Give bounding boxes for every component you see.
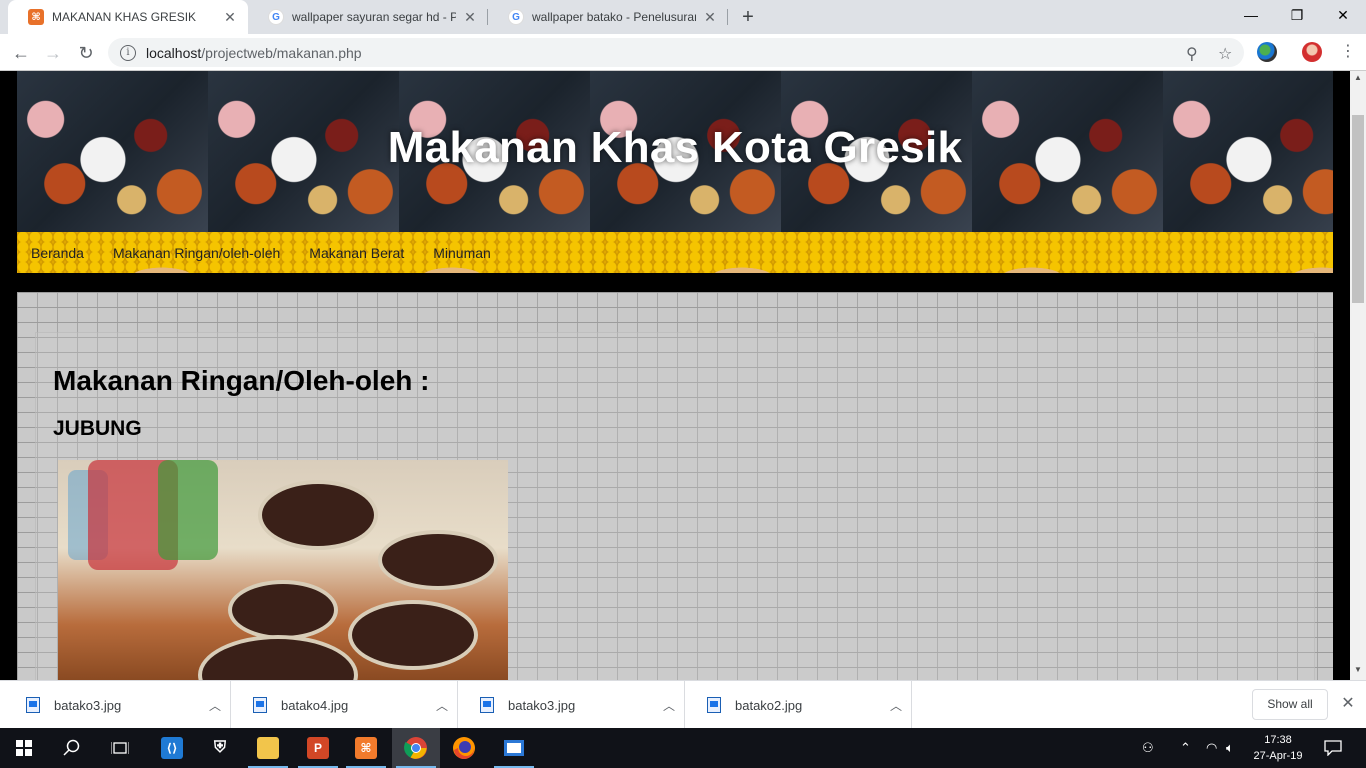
google-icon: G xyxy=(508,9,524,25)
tab-title: wallpaper batako - Penelusuran G xyxy=(532,10,696,24)
url-host: localhost xyxy=(146,44,202,61)
site-title: Makanan Khas Kota Gresik xyxy=(387,123,963,172)
bookmark-star-icon[interactable]: ☆ xyxy=(1218,44,1232,64)
forward-button[interactable]: → xyxy=(40,40,66,66)
download-filename: batako4.jpg xyxy=(281,697,349,713)
wifi-icon[interactable]: ◠ xyxy=(1206,728,1217,768)
firefox-icon[interactable] xyxy=(440,728,488,768)
chrome-icon[interactable] xyxy=(392,728,440,768)
photo-cake xyxy=(258,480,378,550)
jubung-photo xyxy=(58,460,508,680)
minimize-button[interactable]: — xyxy=(1228,0,1274,30)
info-icon[interactable]: i xyxy=(120,44,136,61)
taskbar: ⟨⟩ ⛨ P ⌘ ⚇ ⌃ ◠ 🔈︎ 17:38 27-Apr-19 xyxy=(0,728,1366,768)
tab-title: MAKANAN KHAS GRESIK xyxy=(52,10,197,24)
close-download-shelf-icon[interactable]: ✕ xyxy=(1338,693,1358,713)
nav-makanan-ringan[interactable]: Makanan Ringan/oleh-oleh xyxy=(113,245,280,261)
clock-date: 27-Apr-19 xyxy=(1253,750,1303,762)
download-item[interactable]: batako3.jpg ︿ xyxy=(458,681,685,729)
reload-button[interactable]: ↻ xyxy=(73,40,99,66)
start-icon[interactable] xyxy=(0,728,48,768)
image-file-icon xyxy=(26,697,40,713)
page-scrollbar[interactable]: ▲ ▼ xyxy=(1350,71,1366,680)
powerpoint-icon[interactable]: P xyxy=(294,728,342,768)
close-window-button[interactable]: ✕ xyxy=(1320,0,1366,30)
photo-bottle xyxy=(158,460,218,560)
chevron-up-icon[interactable]: ︿ xyxy=(427,697,457,714)
app-window-icon[interactable] xyxy=(490,728,538,768)
show-all-button[interactable]: Show all xyxy=(1252,689,1328,720)
tab-makanan-khas-gresik[interactable]: ⌘ MAKANAN KHAS GRESIK ✕ xyxy=(8,0,248,34)
vscode-icon[interactable]: ⟨⟩ xyxy=(148,728,196,768)
people-icon[interactable]: ⚇ xyxy=(1142,728,1154,768)
chevron-up-icon[interactable]: ⌃ xyxy=(1180,728,1191,768)
new-tab-button[interactable]: + xyxy=(736,5,760,29)
extension-icon[interactable] xyxy=(1257,42,1277,62)
photo-cake xyxy=(348,600,478,670)
task-view-icon[interactable] xyxy=(96,728,144,768)
xampp-icon: ⌘ xyxy=(28,9,44,25)
download-shelf: batako3.jpg ︿ batako4.jpg ︿ batako3.jpg … xyxy=(0,680,1366,729)
chevron-up-icon[interactable]: ︿ xyxy=(881,697,911,714)
tab-strip: ⌘ MAKANAN KHAS GRESIK ✕ G wallpaper sayu… xyxy=(0,0,1366,34)
menu-kebab-icon[interactable]: ⋮ xyxy=(1340,42,1356,62)
image-file-icon xyxy=(480,697,494,713)
image-file-icon xyxy=(707,697,721,713)
volume-icon[interactable]: 🔈︎ xyxy=(1226,728,1234,768)
close-icon[interactable]: ✕ xyxy=(702,9,718,26)
url-path: /projectweb/makanan.php xyxy=(201,44,362,61)
search-icon[interactable] xyxy=(48,728,96,768)
browser-toolbar: ← → ↻ i localhost/projectweb/makanan.php… xyxy=(0,34,1366,71)
tab-title: wallpaper sayuran segar hd - Pen xyxy=(292,10,456,24)
main-nav: Beranda Makanan Ringan/oleh-oleh Makanan… xyxy=(17,232,1333,273)
download-filename: batako2.jpg xyxy=(735,697,803,713)
download-item[interactable]: batako2.jpg ︿ xyxy=(685,681,912,729)
image-file-icon xyxy=(253,697,267,713)
clock-time: 17:38 xyxy=(1264,734,1292,746)
header-banner: Makanan Khas Kota Gresik xyxy=(17,71,1333,232)
back-button[interactable]: ← xyxy=(8,40,34,66)
address-bar[interactable]: i localhost/projectweb/makanan.php ⚲ ☆ xyxy=(108,38,1244,67)
chevron-up-icon[interactable]: ︿ xyxy=(200,697,230,714)
download-item[interactable]: batako3.jpg ︿ xyxy=(4,681,231,729)
zoom-icon[interactable]: ⚲ xyxy=(1186,44,1198,64)
chevron-up-icon[interactable]: ︿ xyxy=(654,697,684,714)
system-clock[interactable]: 17:38 27-Apr-19 xyxy=(1248,732,1308,764)
download-item[interactable]: batako4.jpg ︿ xyxy=(231,681,458,729)
close-icon[interactable]: ✕ xyxy=(222,9,238,26)
item-title: JUBUNG xyxy=(53,417,142,440)
nav-minuman[interactable]: Minuman xyxy=(433,245,491,261)
notifications-icon[interactable] xyxy=(1324,728,1342,768)
scrollbar-thumb[interactable] xyxy=(1352,115,1364,303)
photo-cake xyxy=(228,580,338,640)
file-explorer-icon[interactable] xyxy=(244,728,292,768)
tab-separator xyxy=(727,9,728,25)
avatar[interactable] xyxy=(1302,42,1322,62)
google-icon: G xyxy=(268,9,284,25)
close-icon[interactable]: ✕ xyxy=(462,9,478,26)
download-filename: batako3.jpg xyxy=(508,697,576,713)
security-icon[interactable]: ⛨ xyxy=(196,728,244,768)
nav-makanan-berat[interactable]: Makanan Berat xyxy=(309,245,404,261)
nav-beranda[interactable]: Beranda xyxy=(31,245,84,261)
content-area: Makanan Ringan/Oleh-oleh : JUBUNG xyxy=(17,292,1333,680)
page-viewport: Makanan Khas Kota Gresik Beranda Makanan… xyxy=(0,71,1350,680)
tab-wallpaper-batako[interactable]: G wallpaper batako - Penelusuran G ✕ xyxy=(488,0,728,34)
tab-wallpaper-sayuran[interactable]: G wallpaper sayuran segar hd - Pen ✕ xyxy=(248,0,488,34)
scroll-up-icon[interactable]: ▲ xyxy=(1350,71,1366,85)
scroll-down-icon[interactable]: ▼ xyxy=(1350,663,1366,677)
xampp-icon[interactable]: ⌘ xyxy=(342,728,390,768)
download-filename: batako3.jpg xyxy=(54,697,122,713)
section-heading: Makanan Ringan/Oleh-oleh : xyxy=(53,365,430,396)
photo-cake xyxy=(378,530,498,590)
restore-button[interactable]: ❐ xyxy=(1274,0,1320,30)
photo-cake xyxy=(198,635,358,680)
